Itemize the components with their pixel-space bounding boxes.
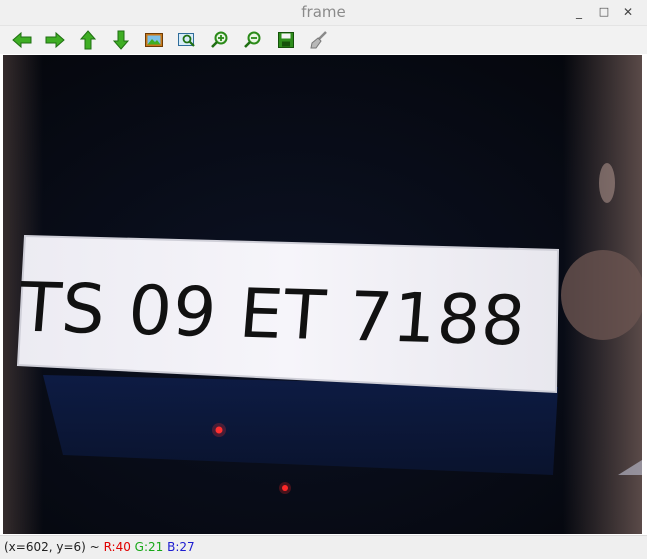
save-button[interactable] bbox=[274, 29, 298, 51]
camera-frame-image: TS 09 ET 7188 bbox=[3, 55, 642, 534]
finger-shape bbox=[561, 250, 642, 340]
properties-button[interactable] bbox=[307, 29, 331, 51]
zoom-fit-button[interactable] bbox=[142, 29, 166, 51]
image-icon bbox=[145, 33, 163, 47]
finger-highlight bbox=[599, 163, 615, 203]
cursor-coords: (x=602, y=6) bbox=[4, 540, 86, 554]
zoom-out-icon bbox=[244, 31, 261, 48]
arrow-up-icon bbox=[79, 30, 97, 50]
status-bar: (x=602, y=6) ~ R:40 G:21 B:27 bbox=[0, 535, 647, 559]
zoom-in-icon bbox=[211, 31, 228, 48]
toolbar bbox=[0, 26, 647, 54]
brush-icon bbox=[310, 31, 327, 49]
save-icon bbox=[278, 32, 294, 48]
title-bar: frame _ □ ✕ bbox=[0, 0, 647, 26]
red-led-glow-2 bbox=[279, 482, 291, 494]
pan-right-button[interactable] bbox=[43, 29, 67, 51]
zoom-area-icon bbox=[178, 33, 195, 47]
close-button[interactable]: ✕ bbox=[619, 3, 637, 21]
pan-up-button[interactable] bbox=[76, 29, 100, 51]
red-led-glow bbox=[212, 423, 226, 437]
pixel-green-value: G:21 bbox=[134, 540, 164, 554]
maximize-button[interactable]: □ bbox=[595, 3, 613, 21]
plate-text: TS 09 ET 7188 bbox=[15, 269, 529, 362]
zoom-out-button[interactable] bbox=[241, 29, 265, 51]
pixel-blue-value: B:27 bbox=[167, 540, 195, 554]
pan-down-button[interactable] bbox=[109, 29, 133, 51]
zoom-in-button[interactable] bbox=[208, 29, 232, 51]
arrow-left-icon bbox=[12, 31, 32, 49]
pan-left-button[interactable] bbox=[10, 29, 34, 51]
arrow-down-icon bbox=[112, 30, 130, 50]
window-title: frame bbox=[301, 3, 346, 21]
pixel-red-value: R:40 bbox=[103, 540, 131, 554]
arrow-right-icon bbox=[45, 31, 65, 49]
status-separator: ~ bbox=[89, 540, 100, 554]
zoom-original-button[interactable] bbox=[175, 29, 199, 51]
camera-frame-view[interactable]: TS 09 ET 7188 bbox=[3, 55, 642, 534]
minimize-button[interactable]: _ bbox=[570, 3, 588, 21]
